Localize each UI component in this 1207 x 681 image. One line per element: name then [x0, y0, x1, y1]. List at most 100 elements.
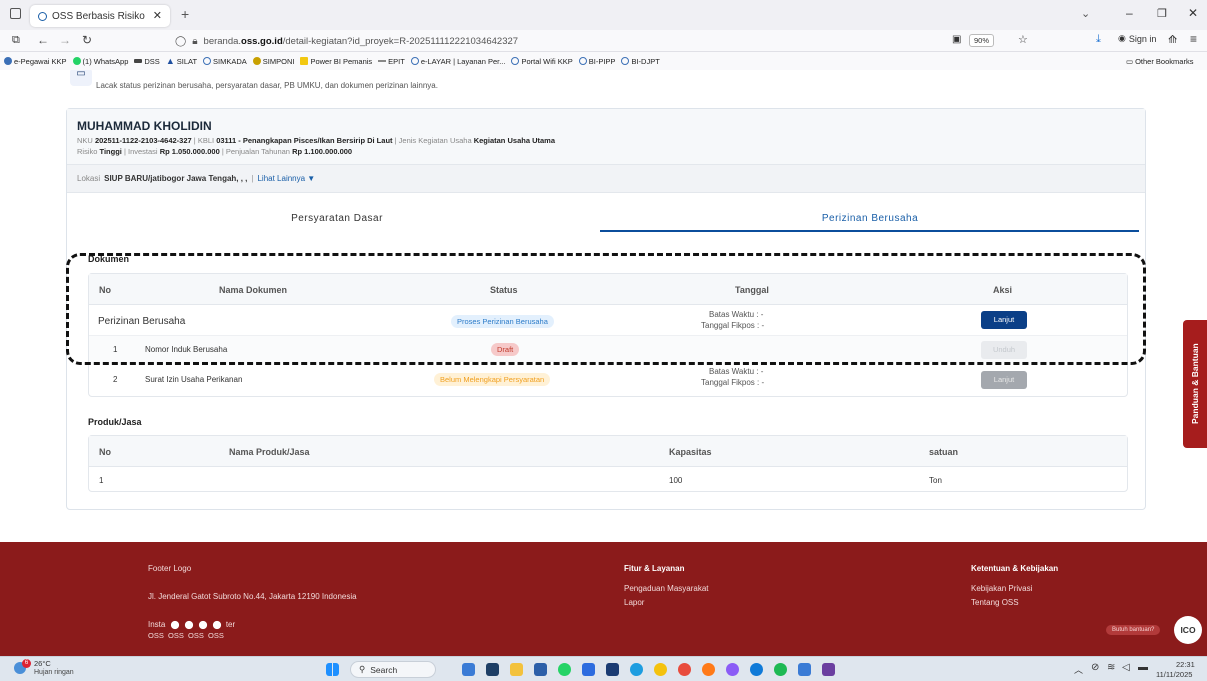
- battery-icon[interactable]: ▬: [1138, 662, 1148, 673]
- volume-icon[interactable]: ◁: [1122, 662, 1130, 673]
- clock-time[interactable]: 22:31: [1176, 660, 1195, 669]
- panduan-label: Panduan & Bantuan: [1190, 343, 1200, 425]
- help-chat-button[interactable]: ICO: [1174, 616, 1202, 644]
- col-satuan: satuan: [929, 447, 959, 457]
- app-icon[interactable]: [798, 663, 811, 676]
- menu-icon[interactable]: ≡: [1190, 32, 1197, 46]
- download-icon[interactable]: ⤓: [1096, 33, 1101, 46]
- app-icon[interactable]: [678, 663, 691, 676]
- dokumen-table: No Nama Dokumen Status Tanggal Aksi Peri…: [88, 273, 1128, 397]
- app-icon[interactable]: [822, 663, 835, 676]
- lanjut-button-disabled[interactable]: Lanjut: [981, 371, 1027, 389]
- sign-in-button[interactable]: ◉ Sign in: [1118, 33, 1156, 44]
- whatsapp-icon[interactable]: [558, 663, 571, 676]
- batas-waktu: Batas Waktu : -: [709, 367, 764, 376]
- zoom-level[interactable]: 90%: [969, 34, 995, 47]
- clock-date[interactable]: 11/11/2025: [1156, 670, 1192, 679]
- network-off-icon[interactable]: ⊘: [1091, 662, 1099, 673]
- bookmark-item[interactable]: BI-PIPP: [578, 57, 615, 66]
- chrome-icon[interactable]: [654, 663, 667, 676]
- footer-link-pengaduan[interactable]: Pengaduan Masyarakat: [624, 584, 709, 593]
- produk-table: No Nama Produk/Jasa Kapasitas satuan 1 1…: [88, 435, 1128, 492]
- file-explorer-icon[interactable]: [510, 663, 523, 676]
- tanggal-fikpos: Tanggal Fikpos : -: [701, 378, 765, 387]
- firefox-icon[interactable]: [702, 663, 715, 676]
- bookmark-label: SILAT: [176, 56, 198, 66]
- bookmark-item[interactable]: SIMKADA: [203, 57, 247, 66]
- unduh-button[interactable]: Unduh: [981, 341, 1027, 359]
- footer-link-lapor[interactable]: Lapor: [624, 598, 644, 607]
- bookmark-item[interactable]: BI-DJPT: [621, 57, 660, 66]
- tray-chevron-icon[interactable]: ︿: [1074, 663, 1083, 676]
- table-row: 2 Surat Izin Usaha Perikanan Belum Melen…: [89, 364, 1127, 396]
- table-row: 1 100 Ton: [89, 467, 1127, 492]
- back-icon[interactable]: ←: [37, 33, 49, 47]
- status-badge: Proses Perizinan Berusaha: [451, 315, 554, 328]
- bookmark-label: DSS: [144, 56, 160, 66]
- bookmark-item[interactable]: Power BI Pemanis: [300, 57, 372, 66]
- bookmark-item[interactable]: (1) WhatsApp: [72, 57, 128, 66]
- app-icon[interactable]: [606, 663, 619, 676]
- shield-app-icon[interactable]: [582, 663, 595, 676]
- wifi-icon[interactable]: ≋: [1107, 662, 1115, 673]
- batas-waktu: Batas Waktu : -: [709, 310, 764, 319]
- see-more-link[interactable]: Lihat Lainnya ▼: [257, 174, 315, 183]
- bookmark-item[interactable]: ▲ SILAT: [166, 56, 197, 66]
- site-footer: Footer Logo Jl. Jenderal Gatot Subroto N…: [0, 542, 1207, 656]
- windows-taskbar: 6 26°C Hujan ringan ⚲ Search ︿ ⊘ ≋ ◁ ▬ 22…: [0, 656, 1207, 681]
- bookmark-item[interactable]: DSS: [134, 56, 160, 66]
- minimize-icon[interactable]: –: [1126, 6, 1133, 20]
- bookmark-item[interactable]: Portal Wifi KKP: [511, 57, 573, 66]
- restore-icon[interactable]: ❐: [1157, 7, 1167, 20]
- social-left[interactable]: Insta: [148, 620, 165, 629]
- task-view-icon[interactable]: [486, 663, 499, 676]
- extensions-icon[interactable]: ⟰: [1168, 33, 1177, 46]
- sign-in-label: Sign in: [1128, 33, 1157, 44]
- new-tab-button[interactable]: +: [181, 6, 189, 22]
- search-label: Search: [370, 664, 398, 675]
- weather-desc: Hujan ringan: [34, 669, 74, 676]
- chevron-down-icon[interactable]: ⌄: [1081, 7, 1090, 20]
- reader-view-icon[interactable]: ▣: [952, 34, 961, 45]
- row-no: 1: [113, 345, 118, 354]
- bookmark-item[interactable]: e-LAYAR | Layanan Per...: [410, 57, 505, 66]
- widgets-icon[interactable]: [462, 663, 475, 676]
- social-right[interactable]: ter: [226, 620, 235, 629]
- weather-badge: 6: [22, 659, 31, 668]
- tab-list-icon[interactable]: [10, 8, 21, 19]
- footer-address: Jl. Jenderal Gatot Subroto No.44, Jakart…: [148, 592, 357, 601]
- panduan-bantuan-tab[interactable]: Panduan & Bantuan: [1183, 320, 1207, 448]
- browser-tab[interactable]: OSS Berbasis Risiko ✕: [30, 5, 170, 27]
- lanjut-button[interactable]: Lanjut: [981, 311, 1027, 329]
- bookmark-label: e-Pegawai KKP: [14, 56, 67, 66]
- globe-icon: [203, 57, 212, 65]
- bookmark-item[interactable]: e-Pegawai KKP: [4, 57, 67, 66]
- col-status: Status: [490, 285, 518, 295]
- footer-link-tentang[interactable]: Tentang OSS: [971, 598, 1019, 607]
- footer-link-kebijakan[interactable]: Kebijakan Privasi: [971, 584, 1032, 593]
- reload-icon[interactable]: ↻: [82, 33, 92, 47]
- address-bar[interactable]: ◯ 🔒︎ beranda. oss.go.id/detail-kegiatan?i…: [175, 32, 985, 50]
- copilot-icon[interactable]: [726, 663, 739, 676]
- close-window-icon[interactable]: ✕: [1188, 6, 1198, 20]
- url-domain: oss.go.id: [241, 35, 283, 47]
- taskbar-search[interactable]: ⚲ Search: [350, 661, 436, 678]
- app-icon[interactable]: [750, 663, 763, 676]
- url-path: /detail-kegiatan?id_proyek=R-20251111222…: [282, 35, 519, 47]
- tab-persyaratan-dasar[interactable]: Persyaratan Dasar: [67, 205, 607, 233]
- sidebar-toggle-icon[interactable]: ⧉: [12, 34, 20, 47]
- forward-icon[interactable]: →: [59, 33, 71, 47]
- windows-start-icon[interactable]: [326, 663, 339, 676]
- bookmark-item[interactable]: EPIT: [378, 57, 405, 66]
- close-tab-icon[interactable]: ✕: [153, 9, 162, 22]
- tab-perizinan-berusaha[interactable]: Perizinan Berusaha: [600, 205, 1140, 233]
- bookmark-star-icon[interactable]: ☆: [1018, 33, 1028, 46]
- edge-icon[interactable]: [630, 663, 643, 676]
- help-pill[interactable]: Butuh bantuan?: [1106, 625, 1161, 635]
- bookmark-item[interactable]: SIMPONI: [252, 57, 294, 66]
- col-aksi: Aksi: [993, 285, 1013, 295]
- store-icon[interactable]: [534, 663, 547, 676]
- other-bookmarks[interactable]: ▭ Other Bookmarks: [1126, 57, 1193, 66]
- spotify-icon[interactable]: [774, 663, 787, 676]
- page-content: ▭ Lacak status perizinan berusaha, persy…: [0, 70, 1207, 656]
